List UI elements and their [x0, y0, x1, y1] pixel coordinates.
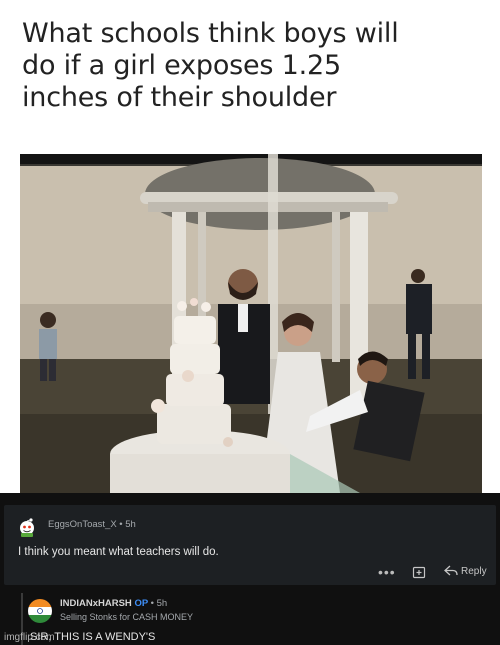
caption-line-1: What schools think boys will — [22, 18, 399, 49]
wedding-photo — [20, 154, 482, 493]
imgflip-watermark: imgflip.com — [4, 632, 55, 643]
indian-flag-avatar-icon[interactable] — [28, 599, 52, 623]
reply-username-row: INDIANxHARSH OP • 5h — [60, 598, 167, 609]
reply-username[interactable]: INDIANxHARSH — [60, 598, 132, 609]
meme-image: What schools think boys will do if a gir… — [0, 0, 500, 493]
reply-label: Reply — [461, 565, 487, 577]
save-icon[interactable] — [412, 565, 426, 579]
reply-button[interactable]: Reply — [444, 565, 487, 577]
user-flair: Selling Stonks for CASH MONEY — [60, 612, 194, 622]
separator-dot: • — [150, 598, 154, 609]
separator-dot: • — [119, 519, 123, 530]
comment-card: EggsOnToast_X • 5h I think you meant wha… — [4, 505, 496, 585]
meme-caption: What schools think boys will do if a gir… — [22, 18, 482, 114]
comment-thread: EggsOnToast_X • 5h I think you meant wha… — [0, 493, 500, 645]
caption-line-2: do if a girl exposes 1.25 — [22, 50, 342, 81]
comment-username[interactable]: EggsOnToast_X — [48, 519, 117, 530]
wedding-photo-illustration — [20, 154, 482, 493]
comment-username-row: EggsOnToast_X • 5h — [48, 519, 136, 530]
reply-time: 5h — [156, 598, 168, 609]
reply-arrow-icon — [444, 565, 458, 576]
comment-text: I think you meant what teachers will do. — [18, 546, 219, 558]
op-badge: OP — [134, 598, 148, 609]
more-options-button[interactable]: ••• — [378, 564, 396, 580]
snoo-avatar-icon[interactable] — [18, 517, 36, 537]
comment-time: 5h — [125, 519, 136, 530]
caption-line-3: inches of their shoulder — [22, 82, 337, 113]
